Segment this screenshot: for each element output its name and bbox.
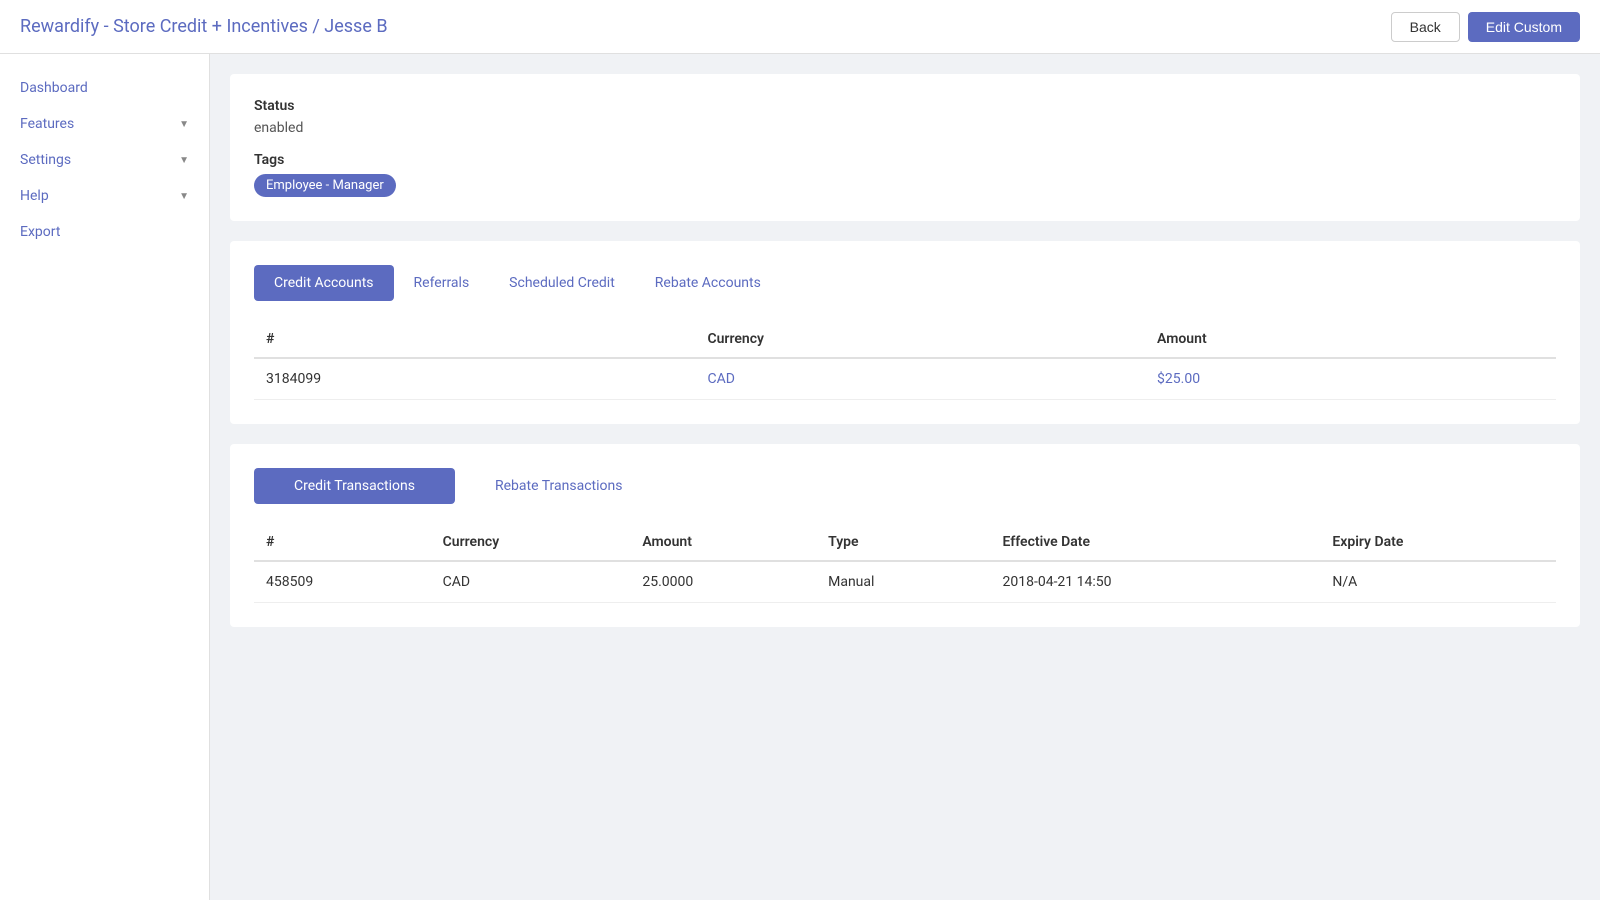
chevron-down-icon: ▼ [179, 191, 189, 202]
credit-transactions-card: Credit Transactions Rebate Transactions … [230, 444, 1580, 627]
col-header-amount: Amount [1145, 321, 1556, 358]
sidebar-label-features: Features [20, 116, 74, 132]
main-content: Status enabled Tags Employee - Manager C… [210, 54, 1600, 900]
title-separator: / [308, 16, 324, 37]
txn-col-id: # [254, 524, 431, 561]
txn-row-amount: 25.0000 [630, 561, 816, 603]
customer-name-title: Jesse B [324, 16, 387, 37]
row-amount[interactable]: $25.00 [1145, 358, 1556, 400]
transactions-table: # Currency Amount Type Effective Date Ex… [254, 524, 1556, 603]
txn-row-id: 458509 [254, 561, 431, 603]
txn-row-expiry-date: N/A [1320, 561, 1556, 603]
app-title-main: Rewardify - Store Credit + Incentives [20, 16, 308, 37]
sidebar-item-dashboard[interactable]: Dashboard [0, 70, 209, 106]
tab-rebate-accounts[interactable]: Rebate Accounts [635, 265, 781, 301]
txn-col-type: Type [816, 524, 990, 561]
app-header: Rewardify - Store Credit + Incentives / … [0, 0, 1600, 54]
sidebar-item-settings[interactable]: Settings ▼ [0, 142, 209, 178]
sidebar-label-help: Help [20, 188, 49, 204]
col-header-id: # [254, 321, 695, 358]
credit-accounts-table: # Currency Amount 3184099 CAD $25.00 [254, 321, 1556, 400]
sidebar-item-help[interactable]: Help ▼ [0, 178, 209, 214]
txn-row-currency: CAD [431, 561, 631, 603]
row-id: 3184099 [254, 358, 695, 400]
sidebar-label-export: Export [20, 224, 60, 240]
sidebar-item-features[interactable]: Features ▼ [0, 106, 209, 142]
table-row: 3184099 CAD $25.00 [254, 358, 1556, 400]
txn-col-currency: Currency [431, 524, 631, 561]
sidebar-label-settings: Settings [20, 152, 71, 168]
txn-col-amount: Amount [630, 524, 816, 561]
sidebar: Dashboard Features ▼ Settings ▼ Help ▼ E… [0, 54, 210, 900]
transaction-tabs: Credit Transactions Rebate Transactions [254, 468, 1556, 504]
app-title: Rewardify - Store Credit + Incentives / … [20, 16, 388, 37]
edit-customer-button[interactable]: Edit Custom [1468, 12, 1580, 42]
tab-referrals[interactable]: Referrals [394, 265, 490, 301]
header-actions: Back Edit Custom [1391, 12, 1580, 42]
chevron-down-icon: ▼ [179, 155, 189, 166]
col-header-currency: Currency [695, 321, 1145, 358]
tab-credit-transactions[interactable]: Credit Transactions [254, 468, 455, 504]
credit-tabs: Credit Accounts Referrals Scheduled Cred… [254, 265, 1556, 301]
status-value: enabled [254, 120, 1556, 136]
sidebar-label-dashboard: Dashboard [20, 80, 88, 96]
sidebar-item-export[interactable]: Export [0, 214, 209, 250]
chevron-down-icon: ▼ [179, 119, 189, 130]
txn-row-type: Manual [816, 561, 990, 603]
tab-scheduled-credit[interactable]: Scheduled Credit [489, 265, 635, 301]
customer-info-card: Status enabled Tags Employee - Manager [230, 74, 1580, 221]
txn-col-effective-date: Effective Date [990, 524, 1320, 561]
txn-col-expiry-date: Expiry Date [1320, 524, 1556, 561]
tags-container: Employee - Manager [254, 174, 1556, 197]
tab-rebate-transactions[interactable]: Rebate Transactions [455, 468, 662, 504]
status-label: Status [254, 98, 1556, 114]
row-currency[interactable]: CAD [695, 358, 1145, 400]
tag-badge-employee-manager: Employee - Manager [254, 174, 396, 197]
page-layout: Dashboard Features ▼ Settings ▼ Help ▼ E… [0, 54, 1600, 900]
txn-row-effective-date: 2018-04-21 14:50 [990, 561, 1320, 603]
tags-label: Tags [254, 152, 1556, 168]
tab-credit-accounts[interactable]: Credit Accounts [254, 265, 394, 301]
table-row: 458509 CAD 25.0000 Manual 2018-04-21 14:… [254, 561, 1556, 603]
back-button[interactable]: Back [1391, 12, 1460, 42]
credit-accounts-card: Credit Accounts Referrals Scheduled Cred… [230, 241, 1580, 424]
